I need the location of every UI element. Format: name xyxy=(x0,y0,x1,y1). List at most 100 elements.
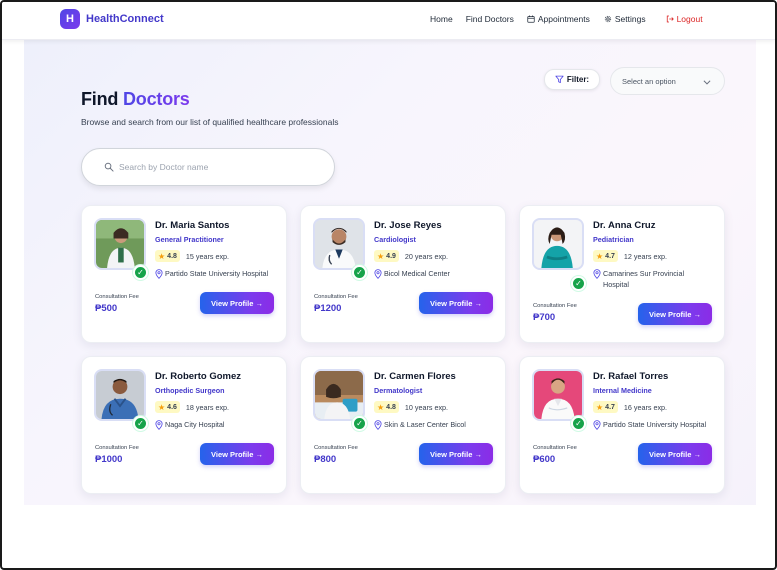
star-icon: ★ xyxy=(596,402,604,412)
doctor-card: ✓ Dr. Roberto Gomez Orthopedic Surgeon ★… xyxy=(81,356,287,494)
filter-button[interactable]: Filter: xyxy=(544,69,600,90)
doctor-card: ✓ Dr. Rafael Torres Internal Medicine ★ 4… xyxy=(519,356,725,494)
doctor-card: ✓ Dr. Maria Santos General Practitioner … xyxy=(81,205,287,343)
doctor-name: Dr. Anna Cruz xyxy=(593,220,656,231)
brand-logo-icon: H xyxy=(60,9,80,29)
doctor-photo xyxy=(532,218,584,270)
nav-home[interactable]: Home xyxy=(430,14,453,24)
doctor-experience: 18 years exp. xyxy=(185,402,230,412)
brand[interactable]: H HealthConnect xyxy=(60,9,164,29)
gear-icon xyxy=(604,15,611,23)
doctor-photo xyxy=(94,369,146,421)
star-icon: ★ xyxy=(158,402,166,412)
doctor-rating-row: ★ 4.8 15 years exp. xyxy=(155,250,229,262)
location-pin-icon xyxy=(374,420,382,430)
verified-check-icon: ✓ xyxy=(352,265,367,280)
nav-logout[interactable]: Logout xyxy=(666,14,703,24)
verified-check-icon: ✓ xyxy=(133,265,148,280)
doctor-specialty: Internal Medicine xyxy=(593,386,652,395)
doctor-rating-row: ★ 4.6 18 years exp. xyxy=(155,401,229,413)
doctor-specialty: Dermatologist xyxy=(374,386,423,395)
consultation-fee: ₱500 xyxy=(95,303,118,314)
doctor-location: Naga City Hospital xyxy=(155,419,283,430)
page-title-part1: Find xyxy=(81,89,119,109)
view-profile-button[interactable]: View Profile → xyxy=(200,292,274,314)
fee-label: Consultation Fee xyxy=(95,294,139,300)
doctor-experience: 16 years exp. xyxy=(623,402,668,412)
view-profile-button[interactable]: View Profile → xyxy=(200,443,274,465)
fee-label: Consultation Fee xyxy=(314,294,358,300)
brand-name: HealthConnect xyxy=(86,13,164,25)
doctor-rating-row: ★ 4.7 12 years exp. xyxy=(593,250,667,262)
doctor-rating-row: ★ 4.7 16 years exp. xyxy=(593,401,667,413)
rating-badge: ★ 4.8 xyxy=(155,250,180,262)
verified-check-icon: ✓ xyxy=(352,416,367,431)
doctor-specialty: Orthopedic Surgeon xyxy=(155,386,225,395)
consultation-fee: ₱1200 xyxy=(314,303,342,314)
nav-find-doctors-label: Find Doctors xyxy=(465,14,514,24)
doctor-name: Dr. Rafael Torres xyxy=(593,371,669,382)
location-pin-icon xyxy=(374,269,382,279)
page-title-accent: Doctors xyxy=(123,89,190,109)
filter-icon xyxy=(555,75,564,84)
logout-icon xyxy=(666,15,674,23)
view-profile-button[interactable]: View Profile → xyxy=(638,303,712,325)
nav-settings[interactable]: Settings xyxy=(604,14,646,24)
doctor-location-text: Bicol Medical Center xyxy=(384,269,450,278)
page-title: Find Doctors xyxy=(81,89,190,110)
nav-logout-label: Logout xyxy=(676,14,703,24)
filter-select[interactable]: Select an option xyxy=(610,67,725,95)
doctor-location: Partido State University Hospital xyxy=(593,419,721,430)
nav-appointments[interactable]: Appointments xyxy=(527,14,590,24)
rating-badge: ★ 4.9 xyxy=(374,250,399,262)
search-bar[interactable] xyxy=(81,148,335,186)
rating-badge: ★ 4.6 xyxy=(155,401,180,413)
rating-value: 4.6 xyxy=(167,403,177,411)
view-profile-button[interactable]: View Profile → xyxy=(419,292,493,314)
star-icon: ★ xyxy=(377,402,385,412)
fee-label: Consultation Fee xyxy=(314,445,358,451)
doctor-location: Camarines Sur Provincial Hospital xyxy=(593,268,685,290)
doctor-location-text: Partido State University Hospital xyxy=(603,420,707,429)
view-profile-button[interactable]: View Profile → xyxy=(419,443,493,465)
view-profile-button[interactable]: View Profile → xyxy=(638,443,712,465)
doctor-name: Dr. Maria Santos xyxy=(155,220,230,231)
search-icon xyxy=(104,162,114,172)
doctor-card: ✓ Dr. Anna Cruz Pediatrician ★ 4.7 12 yea… xyxy=(519,205,725,343)
fee-label: Consultation Fee xyxy=(533,445,577,451)
doctor-location: Bicol Medical Center xyxy=(374,268,502,279)
app-window: H HealthConnect Home Find Doctors Appoin… xyxy=(0,0,777,570)
filter-select-placeholder: Select an option xyxy=(622,76,676,86)
verified-check-icon: ✓ xyxy=(571,416,586,431)
star-icon: ★ xyxy=(596,251,604,261)
rating-badge: ★ 4.8 xyxy=(374,401,399,413)
doctor-specialty: General Practitioner xyxy=(155,235,224,244)
doctor-card: ✓ Dr. Jose Reyes Cardiologist ★ 4.9 20 ye… xyxy=(300,205,506,343)
rating-value: 4.8 xyxy=(167,252,177,260)
location-pin-icon xyxy=(155,269,163,279)
location-pin-icon xyxy=(593,269,601,279)
doctor-specialty: Pediatrician xyxy=(593,235,634,244)
rating-badge: ★ 4.7 xyxy=(593,250,618,262)
doctor-name: Dr. Jose Reyes xyxy=(374,220,442,231)
location-pin-icon xyxy=(155,420,163,430)
star-icon: ★ xyxy=(158,251,166,261)
doctor-experience: 12 years exp. xyxy=(623,251,668,261)
doctor-location-text: Camarines Sur Provincial Hospital xyxy=(603,269,685,289)
consultation-fee: ₱600 xyxy=(533,454,556,465)
page-subtitle: Browse and search from our list of quali… xyxy=(81,117,339,127)
doctor-name: Dr. Roberto Gomez xyxy=(155,371,242,382)
doctor-experience: 15 years exp. xyxy=(185,251,230,261)
consultation-fee: ₱800 xyxy=(314,454,337,465)
doctor-location: Partido State University Hospital xyxy=(155,268,283,279)
nav-find-doctors[interactable]: Find Doctors xyxy=(466,14,514,24)
doctor-photo xyxy=(313,369,365,421)
calendar-icon xyxy=(527,15,535,23)
nav-links: Home Find Doctors Appointments Settings … xyxy=(430,14,703,24)
search-input[interactable] xyxy=(119,162,309,172)
doctor-experience: 10 years exp. xyxy=(404,402,449,412)
doctor-location-text: Partido State University Hospital xyxy=(165,269,269,278)
rating-badge: ★ 4.7 xyxy=(593,401,618,413)
rating-value: 4.7 xyxy=(605,252,615,260)
verified-check-icon: ✓ xyxy=(133,416,148,431)
